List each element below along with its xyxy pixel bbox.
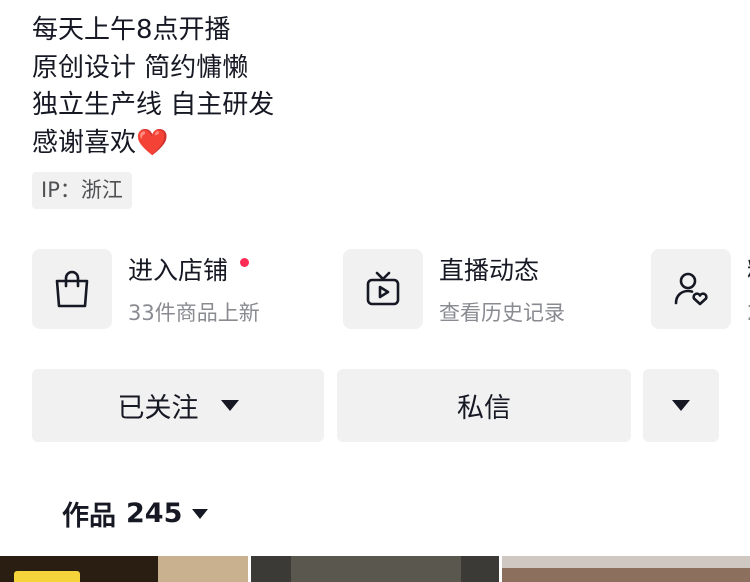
ip-location-tag: IP：浙江 [32, 172, 132, 209]
live-history-title: 直播动态 [439, 256, 540, 285]
works-tab-label: 作品 [62, 501, 116, 532]
caret-down-icon [672, 400, 690, 411]
shop-entry-subtitle: 33件商品上新 [128, 301, 260, 325]
works-tab-count: 245 [126, 498, 183, 529]
live-history-card[interactable]: 直播动态 查看历史记录 [343, 249, 565, 329]
live-history-subtitle: 查看历史记录 [439, 301, 565, 325]
heart-emoji: ❤️ [136, 127, 169, 158]
works-tab[interactable]: 作品 245 [62, 494, 209, 533]
thumbnail-decor [502, 568, 750, 582]
shop-entry-text: 进入店铺 33件商品上新 [128, 254, 260, 328]
shop-entry-card[interactable]: 进入店铺 33件商品上新 [32, 249, 260, 329]
new-badge-dot [240, 258, 249, 267]
user-heart-icon [651, 249, 731, 329]
video-thumbnail[interactable] [502, 556, 750, 582]
message-label: 私信 [457, 393, 511, 424]
bio-line: 每天上午8点开播 [32, 15, 231, 45]
bio-line: 感谢喜欢❤️ [32, 125, 274, 163]
bio-line-text: 感谢喜欢 [32, 127, 137, 158]
following-button[interactable]: 已关注 [32, 369, 324, 442]
video-thumbnail[interactable] [0, 556, 248, 582]
following-label: 已关注 [117, 393, 199, 424]
pinned-badge [14, 571, 80, 582]
caret-down-icon [192, 508, 209, 519]
profile-bio: 每天上午8点开播 原创设计 简约慵懒 独立生产线 自主研发 感谢喜欢❤️ [32, 12, 274, 162]
bio-line: 独立生产线 自主研发 [32, 90, 275, 120]
video-thumbnail[interactable] [251, 556, 499, 582]
caret-down-icon [220, 400, 239, 411]
thumbnail-decor [291, 556, 461, 582]
thumbnail-decor [158, 556, 248, 582]
tv-live-icon [343, 249, 423, 329]
more-button[interactable] [643, 369, 719, 442]
shopping-bag-icon [32, 249, 112, 329]
message-button[interactable]: 私信 [337, 369, 631, 442]
fans-card[interactable]: 粉 2 [651, 249, 750, 329]
live-history-text: 直播动态 查看历史记录 [439, 254, 565, 328]
bio-line: 原创设计 简约慵懒 [32, 52, 249, 83]
